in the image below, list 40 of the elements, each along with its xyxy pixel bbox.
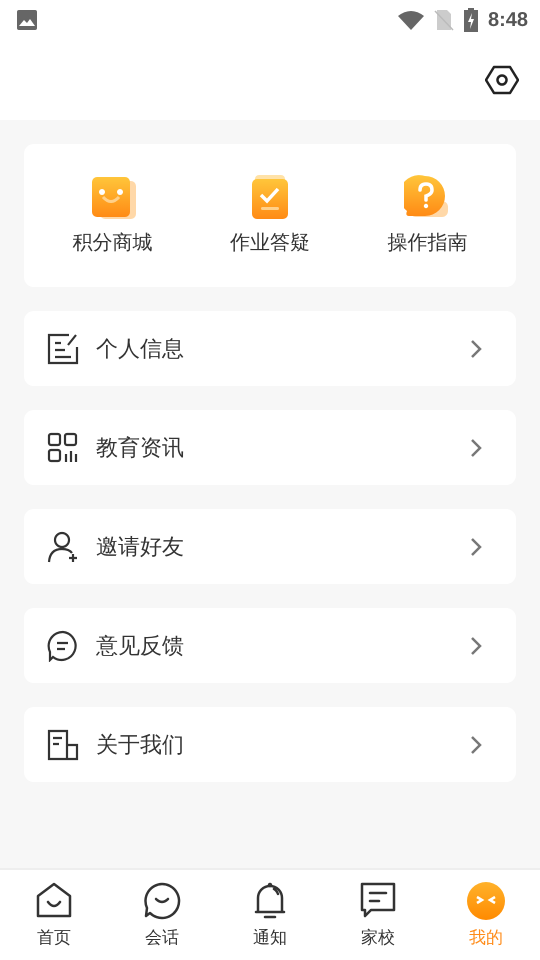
tab[interactable]: 家校: [324, 870, 432, 960]
chevron-right-icon: [470, 734, 482, 754]
chevron-right-icon: [470, 536, 482, 556]
menu-label: 邀请好友: [96, 534, 185, 562]
tab[interactable]: 首页: [0, 870, 108, 960]
menu-label: 个人信息: [96, 336, 185, 364]
chevron-right-icon: [470, 636, 482, 656]
document-icon: [47, 332, 79, 364]
chevron-right-icon: [470, 338, 482, 358]
face-icon: [467, 882, 505, 920]
settings-icon[interactable]: [485, 65, 519, 95]
menu-label: 关于我们: [96, 732, 185, 760]
shortcut-label[interactable]: 作业答疑: [230, 229, 310, 256]
menu-label: 意见反馈: [96, 632, 185, 660]
menu-item[interactable]: 关于我们: [24, 707, 516, 782]
menu-item[interactable]: 邀请好友: [24, 509, 516, 584]
chat-icon: [47, 630, 79, 662]
shortcut-label[interactable]: 积分商城: [72, 229, 153, 256]
book-icon: [47, 728, 79, 760]
message-icon: [359, 882, 397, 920]
question-icon[interactable]: [404, 175, 450, 219]
shopping-bag-icon[interactable]: [90, 175, 136, 219]
battery-charging-icon: [464, 8, 478, 32]
grid-icon: [47, 432, 79, 464]
clock-time: 8:48: [488, 8, 528, 32]
tab[interactable]: 通知: [216, 870, 324, 960]
tab[interactable]: 会话: [108, 870, 216, 960]
menu-item[interactable]: 教育资讯: [24, 410, 516, 485]
wifi-icon: [398, 10, 424, 30]
menu-item[interactable]: 个人信息: [24, 311, 516, 386]
chevron-right-icon: [470, 438, 482, 458]
menu-item[interactable]: 意见反馈: [24, 608, 516, 683]
menu-label: 教育资讯: [96, 434, 185, 462]
add-user-icon: [47, 530, 79, 562]
home-icon: [35, 882, 73, 920]
no-sim-icon: [434, 9, 454, 31]
shortcut-label[interactable]: 操作指南: [387, 229, 468, 256]
image-icon: [17, 10, 37, 30]
checklist-icon[interactable]: [250, 175, 290, 219]
chat-icon: [143, 882, 181, 920]
